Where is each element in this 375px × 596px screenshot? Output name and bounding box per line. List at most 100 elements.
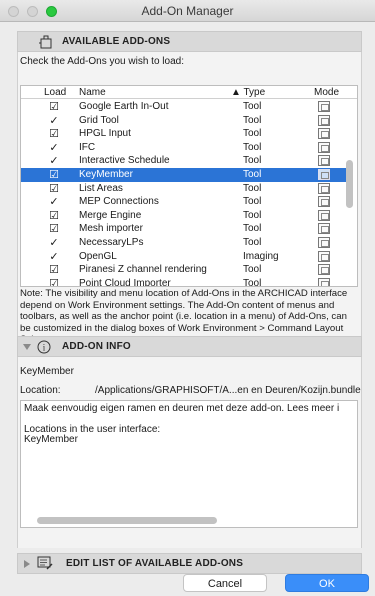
svg-text:i: i <box>43 343 46 353</box>
column-name[interactable]: Name <box>79 87 106 98</box>
description-scrollbar[interactable] <box>37 517 217 524</box>
mode-icon[interactable] <box>318 277 330 286</box>
table-row[interactable]: ✓ NecessaryLPs Tool <box>21 236 346 250</box>
mode-icon[interactable] <box>318 223 330 235</box>
addon-name-cell: NecessaryLPs <box>79 236 144 248</box>
addon-name-cell: IFC <box>79 141 96 153</box>
mode-icon[interactable] <box>318 114 330 126</box>
load-checkbox[interactable]: ☑ <box>47 222 61 235</box>
load-checkbox[interactable]: ✓ <box>47 195 61 208</box>
addon-type-cell: Tool <box>243 223 262 235</box>
location-label: Location: <box>20 385 61 396</box>
addon-name: KeyMember <box>20 366 74 377</box>
column-type[interactable]: ▲ Type <box>231 87 265 98</box>
table-scroll-thumb[interactable] <box>346 160 353 208</box>
table-header: Load Name ▲ Type Mode <box>21 86 357 99</box>
mode-icon[interactable] <box>318 101 330 112</box>
table-row[interactable]: ✓ Grid Tool Tool <box>21 114 346 128</box>
load-checkbox[interactable]: ☑ <box>47 127 61 140</box>
table-row[interactable]: ☑ Merge Engine Tool <box>21 209 346 223</box>
addon-type-cell: Tool <box>243 277 262 287</box>
addon-type-cell: Tool <box>243 155 262 167</box>
load-checkbox[interactable]: ☑ <box>47 277 61 286</box>
load-checkbox[interactable]: ✓ <box>47 250 61 263</box>
table-row[interactable]: ☑ Google Earth In-Out Tool <box>21 100 346 114</box>
mode-icon[interactable] <box>318 250 330 262</box>
edit-list-header[interactable]: EDIT LIST OF AVAILABLE ADD-ONS <box>17 553 362 574</box>
load-checkbox[interactable]: ☑ <box>47 209 61 222</box>
description-line: Maak eenvoudig eigen ramen en deuren met… <box>24 403 340 414</box>
addon-info-header[interactable]: i ADD-ON INFO <box>17 336 362 357</box>
load-checkbox[interactable]: ☑ <box>47 100 61 113</box>
addon-name-cell: OpenGL <box>79 250 117 262</box>
addon-name-cell: Mesh importer <box>79 223 143 235</box>
addon-type-cell: Tool <box>243 209 262 221</box>
mode-icon[interactable] <box>318 128 330 140</box>
mode-icon[interactable] <box>318 141 330 153</box>
addon-type-cell: Tool <box>243 182 262 194</box>
addon-name-cell: MEP Connections <box>79 196 159 208</box>
addon-type-cell: Tool <box>243 114 262 126</box>
load-checkbox[interactable]: ✓ <box>47 236 61 249</box>
mode-icon[interactable] <box>318 264 330 276</box>
addon-name-cell: Google Earth In-Out <box>79 101 169 112</box>
load-checkbox[interactable]: ☑ <box>47 168 61 181</box>
title-bar: Add-On Manager <box>0 0 375 22</box>
addon-info-title: ADD-ON INFO <box>62 341 131 352</box>
addon-type-cell: Tool <box>243 264 262 276</box>
addon-name-cell: Interactive Schedule <box>79 155 170 167</box>
load-checkbox[interactable]: ✓ <box>47 141 61 154</box>
addon-name-cell: Piranesi Z channel rendering <box>79 264 207 276</box>
load-checkbox[interactable]: ✓ <box>47 114 61 127</box>
location-path: /Applications/GRAPHISOFT/A...en en Deure… <box>95 385 361 396</box>
description-line: KeyMember <box>24 434 78 445</box>
window-title: Add-On Manager <box>141 4 234 18</box>
table-row[interactable]: ✓ IFC Tool <box>21 141 346 155</box>
disclosure-triangle-down-icon[interactable] <box>23 344 31 351</box>
mode-icon[interactable] <box>318 168 330 180</box>
addon-name-cell: Grid Tool <box>79 114 119 126</box>
addon-type-cell: Tool <box>243 101 262 112</box>
ok-button[interactable]: OK <box>285 574 369 592</box>
addon-type-cell: Tool <box>243 236 262 248</box>
edit-list-icon <box>37 556 53 570</box>
table-scrollbar[interactable] <box>346 100 354 286</box>
load-checkbox[interactable]: ✓ <box>47 154 61 167</box>
addon-name-cell: Point Cloud Importer <box>79 277 171 287</box>
addon-name-cell: List Areas <box>79 182 123 194</box>
table-row[interactable]: ✓ MEP Connections Tool <box>21 195 346 209</box>
addons-table[interactable]: Load Name ▲ Type Mode ☑ Google Earth In-O… <box>20 85 358 287</box>
load-hint: Check the Add-Ons you wish to load: <box>20 56 184 67</box>
column-mode[interactable]: Mode <box>314 87 339 98</box>
addon-type-cell: Tool <box>243 168 262 180</box>
column-load[interactable]: Load <box>44 87 66 98</box>
mode-icon[interactable] <box>318 236 330 248</box>
addon-type-cell: Imaging <box>243 250 279 262</box>
mode-icon[interactable] <box>318 209 330 221</box>
addon-type-cell: Tool <box>243 196 262 208</box>
table-row[interactable]: ☑ Mesh importer Tool <box>21 222 346 236</box>
table-row[interactable]: ☑ List Areas Tool <box>21 182 346 196</box>
table-row[interactable]: ✓ OpenGL Imaging <box>21 250 346 264</box>
table-row[interactable]: ✓ Interactive Schedule Tool <box>21 154 346 168</box>
disclosure-triangle-right-icon[interactable] <box>24 560 31 568</box>
mode-icon[interactable] <box>318 196 330 208</box>
available-addons-header[interactable]: AVAILABLE ADD-ONS <box>17 31 362 52</box>
edit-list-title: EDIT LIST OF AVAILABLE ADD-ONS <box>66 558 244 569</box>
load-checkbox[interactable]: ☑ <box>47 263 61 276</box>
addon-description-box[interactable]: Maak eenvoudig eigen ramen en deuren met… <box>20 400 358 528</box>
addon-name-cell: Merge Engine <box>79 209 142 221</box>
table-row[interactable]: ☑ KeyMember Tool <box>21 167 346 182</box>
table-row[interactable]: ☑ Piranesi Z channel rendering Tool <box>21 263 346 277</box>
table-row[interactable]: ☑ HPGL Input Tool <box>21 127 346 141</box>
load-checkbox[interactable]: ☑ <box>47 182 61 195</box>
mode-icon[interactable] <box>318 182 330 194</box>
addon-type-cell: Tool <box>243 141 262 153</box>
addon-name-cell: HPGL Input <box>79 128 131 140</box>
addon-type-cell: Tool <box>243 128 262 140</box>
info-icon: i <box>37 340 51 354</box>
table-row[interactable]: ☑ Point Cloud Importer Tool <box>21 277 346 287</box>
addon-name-cell: KeyMember <box>79 168 133 180</box>
mode-icon[interactable] <box>318 155 330 167</box>
cancel-button[interactable]: Cancel <box>183 574 267 592</box>
